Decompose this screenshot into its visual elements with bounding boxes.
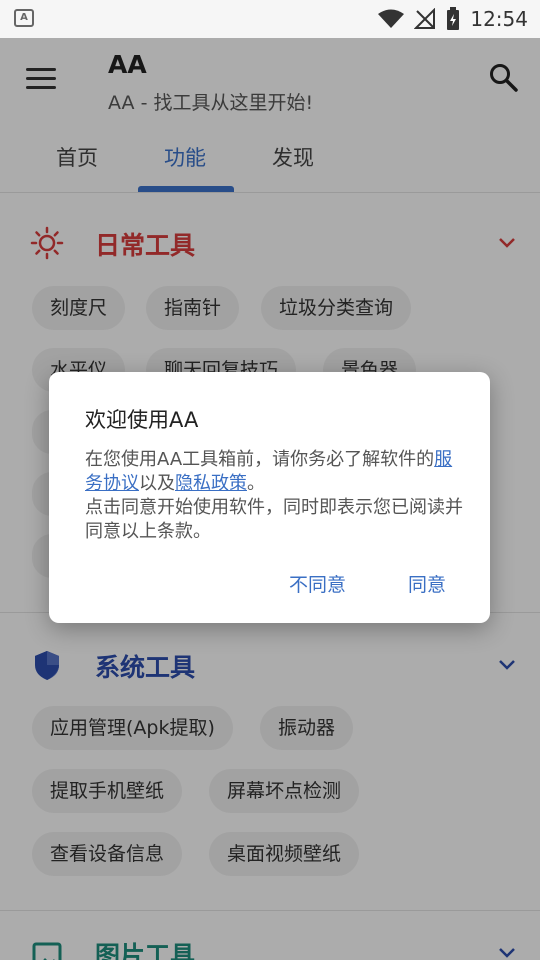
disagree-button[interactable]: 不同意 [289,570,346,597]
clock: 12:54 [470,7,528,31]
battery-icon [447,7,460,30]
dialog-text: 。 [247,473,265,494]
a-icon: A [14,9,34,27]
welcome-dialog: 欢迎使用AA 在您使用AA工具箱前，请你务必了解软件的服务协议以及隐私政策。 点… [49,372,490,623]
status-icons: 12:54 [378,6,528,32]
dialog-title: 欢迎使用AA [85,408,199,432]
dialog-body: 在您使用AA工具箱前，请你务必了解软件的服务协议以及隐私政策。 点击同意开始使用… [85,448,465,544]
privacy-policy-link[interactable]: 隐私政策 [175,473,247,494]
status-bar: A 12:54 [0,0,540,38]
dialog-text: 在您使用AA工具箱前，请你务必了解软件的 [85,449,435,470]
no-signal-icon [414,8,436,29]
dialog-text: 以及 [139,473,175,494]
agree-button[interactable]: 同意 [408,570,446,597]
dialog-text: 点击同意开始使用软件，同时即表示您已阅读并同意以上条款。 [85,497,463,542]
wifi-icon [378,9,405,28]
